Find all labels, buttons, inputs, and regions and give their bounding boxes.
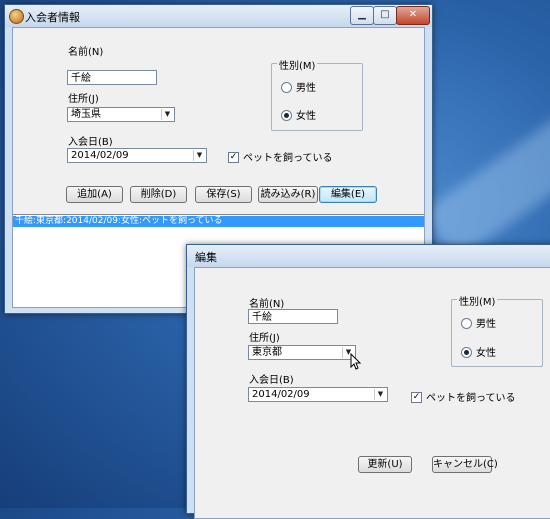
edit-name-label: 名前(N) [249, 299, 285, 310]
delete-button[interactable]: 削除(D) [130, 186, 187, 203]
edit-gender-radio-label: 女性 [476, 348, 496, 359]
edit-gender-group-title: 性別(M) [457, 293, 498, 308]
joined-date-value: 2014/02/09 [71, 150, 129, 161]
gender-group-title: 性別(M) [277, 57, 318, 72]
gender-radio-male[interactable]: 男性 [281, 79, 316, 94]
edit-address-select[interactable]: 東京都 ▼ [248, 345, 356, 360]
edit-joined-date-label: 入会日(B) [249, 375, 294, 386]
edit-address-value: 東京都 [252, 347, 282, 358]
edit-address-label: 住所(J) [249, 333, 280, 344]
edit-button[interactable]: 編集(E) [319, 186, 377, 203]
edit-pet-checkbox[interactable]: ✓ ペットを飼っている [411, 389, 516, 404]
edit-name-field[interactable]: 千絵 [248, 309, 338, 324]
main-titlebar[interactable]: 入会者情報 ▁ □ ✕ [5, 5, 432, 27]
edit-pet-checkbox-label: ペットを飼っている [426, 393, 516, 404]
edit-joined-date-value: 2014/02/09 [252, 389, 310, 400]
pet-checkbox[interactable]: ✓ ペットを飼っている [228, 149, 333, 164]
edit-gender-radio-male[interactable]: 男性 [461, 315, 496, 330]
list-item[interactable]: 千絵:東京都:2014/02/09:女性:ペットを飼っている [13, 216, 424, 227]
edit-window-title: 編集 [195, 251, 217, 264]
add-button[interactable]: 追加(A) [66, 186, 123, 203]
checkbox-box: ✓ [228, 151, 239, 163]
edit-window: 編集 名前(N) 千絵 住所(J) 東京都 ▼ 入会日(B) 2014/02/0… [186, 244, 550, 519]
edit-joined-date-picker[interactable]: 2014/02/09 ▼ [248, 387, 388, 402]
pet-checkbox-label: ペットを飼っている [243, 153, 333, 164]
gender-radio-female[interactable]: 女性 [281, 107, 316, 122]
main-window-title: 入会者情報 [25, 11, 80, 24]
joined-date-label: 入会日(B) [68, 137, 113, 148]
address-select[interactable]: 埼玉県 ▼ [67, 107, 175, 122]
edit-gender-radio-label: 男性 [476, 319, 496, 330]
edit-client-area: 名前(N) 千絵 住所(J) 東京都 ▼ 入会日(B) 2014/02/09 ▼… [194, 267, 550, 519]
load-button[interactable]: 読み込み(R) [258, 186, 318, 203]
dropdown-arrow-icon[interactable]: ▼ [193, 150, 205, 161]
joined-date-picker[interactable]: 2014/02/09 ▼ [67, 148, 207, 163]
cancel-button[interactable]: キャンセル(C) [432, 456, 498, 473]
gender-radio-label: 男性 [296, 83, 316, 94]
desktop-wallpaper-streak [420, 98, 550, 262]
edit-titlebar[interactable]: 編集 [187, 245, 550, 267]
maximize-button[interactable]: □ [373, 6, 397, 25]
app-icon[interactable] [9, 9, 24, 24]
radio-dot-selected [461, 346, 472, 358]
gender-group: 性別(M) 男性 女性 [271, 57, 363, 131]
radio-dot [281, 81, 292, 93]
checkbox-box: ✓ [411, 391, 422, 403]
edit-gender-group: 性別(M) 男性 女性 [451, 293, 543, 367]
name-label: 名前(N) [68, 47, 104, 58]
radio-dot [461, 317, 472, 329]
dropdown-arrow-icon[interactable]: ▼ [161, 109, 173, 120]
address-label: 住所(J) [68, 94, 99, 105]
name-field[interactable]: 千絵 [67, 70, 157, 85]
update-button[interactable]: 更新(U) [358, 456, 412, 473]
close-button[interactable]: ✕ [396, 6, 430, 25]
dropdown-arrow-icon[interactable]: ▼ [374, 389, 386, 400]
mouse-cursor-icon [350, 353, 362, 370]
save-button[interactable]: 保存(S) [195, 186, 252, 203]
address-select-value: 埼玉県 [71, 109, 101, 120]
minimize-button[interactable]: ▁ [350, 6, 374, 25]
radio-dot-selected [281, 109, 292, 121]
gender-radio-label: 女性 [296, 111, 316, 122]
edit-gender-radio-female[interactable]: 女性 [461, 344, 496, 359]
